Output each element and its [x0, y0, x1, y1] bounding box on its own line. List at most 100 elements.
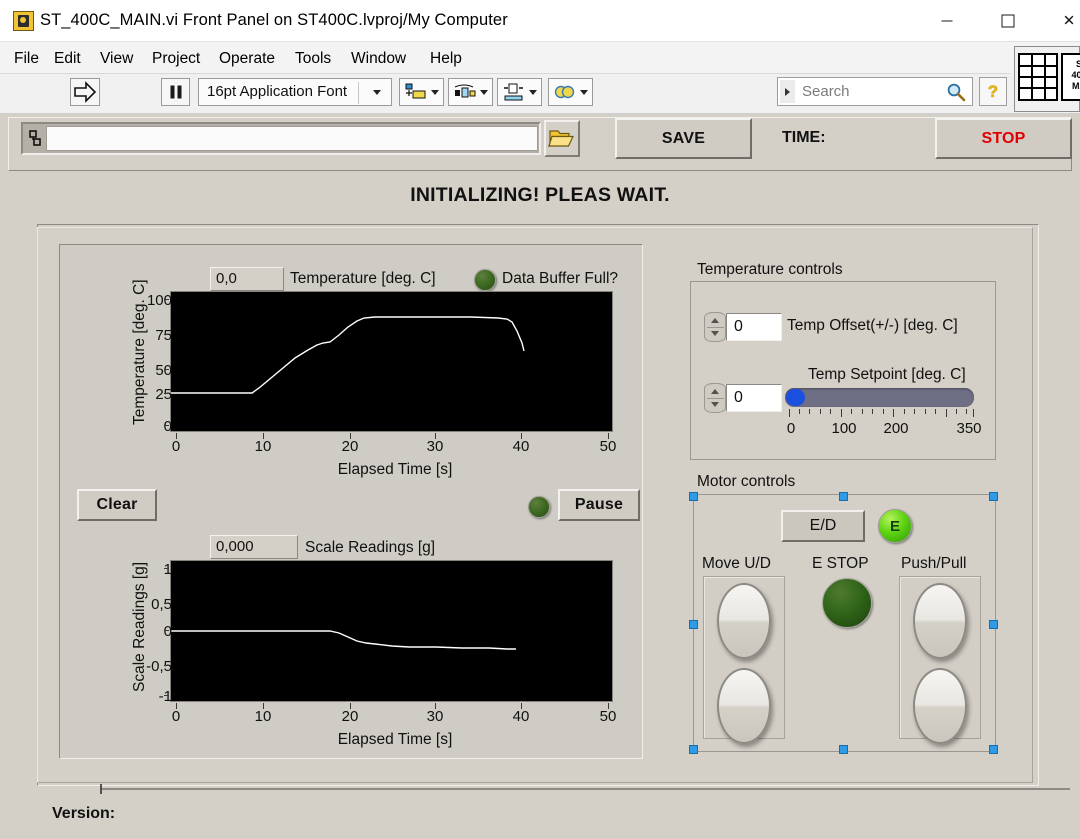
temp-offset-stepper[interactable]	[704, 312, 726, 342]
menu-item-operate[interactable]: Operate	[213, 48, 281, 70]
path-control-icon	[26, 127, 44, 150]
file-path-input[interactable]	[46, 126, 538, 151]
resize-objects-button[interactable]	[497, 78, 542, 106]
motor-controls-label: Motor controls	[694, 473, 799, 491]
temperature-chart-plot[interactable]	[170, 291, 613, 432]
pause-button[interactable]	[161, 78, 190, 106]
pause-button-label: Pause	[574, 496, 624, 513]
pause-chart-button[interactable]: Pause	[558, 489, 640, 521]
menu-item-tools[interactable]: Tools	[289, 48, 337, 70]
question-mark-icon: ?	[987, 81, 999, 101]
distribute-objects-button[interactable]	[448, 78, 493, 106]
temperature-x-axis-label: Elapsed Time [s]	[337, 461, 453, 478]
temperature-xtick-0: 0	[171, 438, 181, 455]
setpoint-scale-100: 100	[831, 420, 857, 437]
chevron-down-icon	[373, 90, 381, 95]
chevron-down-icon	[529, 89, 537, 95]
move-up-switch[interactable]	[717, 583, 771, 659]
move-ud-label: Move U/D	[702, 555, 771, 572]
temp-setpoint-input[interactable]: 0	[726, 384, 782, 412]
move-down-switch[interactable]	[717, 668, 771, 744]
temperature-xtick-30: 30	[426, 438, 444, 455]
temp-setpoint-value: 0	[734, 389, 743, 406]
temperature-ytick-100: 100	[146, 292, 172, 309]
clear-button[interactable]: Clear	[77, 489, 157, 521]
menu-item-project[interactable]: Project	[146, 48, 206, 70]
version-divider	[100, 788, 1070, 790]
selection-handle-top-center[interactable]	[839, 492, 848, 501]
temperature-ytick-0: 0	[163, 418, 172, 435]
browse-path-button[interactable]	[544, 120, 580, 157]
chart-status-led	[528, 496, 550, 518]
temp-setpoint-slider[interactable]	[785, 388, 974, 407]
minimize-button[interactable]	[924, 0, 970, 41]
scale-xtick-0: 0	[171, 708, 181, 725]
connector-pane-icon[interactable]	[1018, 53, 1058, 101]
temp-offset-input[interactable]: 0	[726, 313, 782, 341]
resize-objects-icon	[504, 83, 523, 101]
version-divider-tick	[100, 784, 102, 794]
font-selector[interactable]: 16pt Application Font	[198, 78, 392, 106]
menu-bar: File Edit View Project Operate Tools Win…	[0, 41, 1080, 74]
enable-disable-label: E/D	[809, 517, 837, 534]
run-button[interactable]	[70, 78, 100, 106]
scale-ytick-05: 0,5	[151, 596, 172, 613]
scale-xtick-50: 50	[599, 708, 617, 725]
setpoint-scale-0: 0	[786, 420, 796, 437]
search-dropdown-icon[interactable]	[780, 80, 795, 103]
close-button[interactable]: ✕	[1046, 0, 1080, 41]
enable-status-led: E	[878, 509, 912, 543]
temperature-ytick-25: 25	[155, 386, 172, 403]
save-button[interactable]: SAVE	[615, 118, 752, 159]
font-selector-divider	[358, 82, 359, 104]
magnifier-icon[interactable]	[946, 82, 966, 102]
pull-switch[interactable]	[913, 668, 967, 744]
stop-button-label: STOP	[981, 129, 1026, 147]
selection-handle-bottom-center[interactable]	[839, 745, 848, 754]
title-bar: ST_400C_MAIN.vi Front Panel on ST400C.lv…	[0, 0, 1080, 41]
chevron-down-icon	[431, 89, 439, 95]
temperature-xtick-40: 40	[512, 438, 530, 455]
stop-button[interactable]: STOP	[935, 118, 1072, 159]
menu-item-file[interactable]: File	[8, 48, 45, 70]
scale-readings-chart-plot[interactable]	[170, 560, 613, 702]
temperature-value: 0,0	[216, 270, 237, 287]
temp-offset-value: 0	[734, 318, 743, 335]
selection-handle-middle-right[interactable]	[989, 620, 998, 629]
scale-value: 0,000	[216, 538, 254, 555]
selection-handle-top-right[interactable]	[989, 492, 998, 501]
temp-setpoint-label: Temp Setpoint [deg. C]	[808, 366, 966, 383]
selection-handle-bottom-left[interactable]	[689, 745, 698, 754]
menu-item-window[interactable]: Window	[345, 48, 412, 70]
maximize-button[interactable]	[985, 0, 1031, 41]
temp-setpoint-stepper[interactable]	[704, 383, 726, 413]
menu-item-view[interactable]: View	[94, 48, 139, 70]
align-objects-icon	[405, 83, 426, 99]
menu-item-help[interactable]: Help	[424, 48, 468, 70]
enable-disable-button[interactable]: E/D	[781, 510, 865, 542]
push-switch[interactable]	[913, 583, 967, 659]
font-selector-label: 16pt Application Font	[207, 83, 348, 100]
search-box[interactable]: Search	[777, 77, 973, 106]
pause-icon	[170, 85, 181, 99]
window-title: ST_400C_MAIN.vi Front Panel on ST400C.lv…	[40, 11, 508, 29]
align-objects-button[interactable]	[399, 78, 444, 106]
selection-handle-middle-left[interactable]	[689, 620, 698, 629]
file-path-control[interactable]	[21, 122, 541, 155]
menu-item-edit[interactable]: Edit	[48, 48, 87, 70]
estop-led[interactable]	[822, 578, 872, 628]
context-help-button[interactable]: ?	[979, 77, 1007, 106]
vi-icon-thumbnail[interactable]: S 400 MA	[1061, 53, 1080, 101]
scale-chart-title: Scale Readings [g]	[305, 539, 436, 556]
temp-setpoint-slider-thumb[interactable]	[786, 389, 805, 406]
selection-handle-top-left[interactable]	[689, 492, 698, 501]
estop-label: E STOP	[812, 555, 869, 572]
vi-icon-panel[interactable]: S 400 MA	[1014, 46, 1080, 112]
search-input[interactable]: Search	[802, 83, 850, 100]
selection-handle-bottom-right[interactable]	[989, 745, 998, 754]
reorder-objects-button[interactable]	[548, 78, 593, 106]
close-icon: ✕	[1062, 12, 1076, 29]
status-message: INITIALIZING! PLEAS WAIT.	[410, 184, 670, 206]
scale-xtick-30: 30	[426, 708, 444, 725]
data-buffer-full-label: Data Buffer Full?	[502, 270, 619, 287]
